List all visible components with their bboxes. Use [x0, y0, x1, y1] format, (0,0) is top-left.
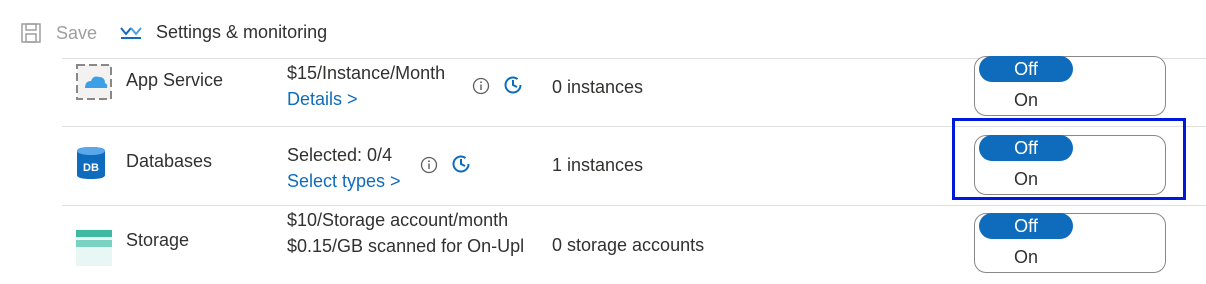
toggle-off-option[interactable]: Off	[979, 56, 1073, 82]
highlight-box	[952, 118, 1186, 200]
pricing-info: $10/Storage account/month $0.15/GB scann…	[287, 207, 524, 259]
pricing-line: $0.15/GB scanned for On-Upl	[287, 236, 525, 256]
toggle-off-option[interactable]: Off	[979, 213, 1073, 239]
save-label: Save	[56, 22, 98, 43]
app-service-icon	[76, 64, 112, 100]
settings-monitoring-label: Settings & monitoring	[156, 22, 328, 42]
resource-count: 1 instances	[552, 155, 644, 175]
plan-toggle[interactable]: Off On	[974, 213, 1166, 273]
clock-icon[interactable]	[503, 75, 523, 95]
pricing-line: Selected: 0/4	[287, 145, 393, 165]
plan-row-storage: Storage $10/Storage account/month $0.15/…	[62, 205, 1206, 284]
plan-row-app-service: App Service $15/Instance/Month Details >…	[62, 48, 1206, 126]
settings-monitoring-button[interactable]: Settings & monitoring	[120, 22, 327, 43]
plan-name: Databases	[126, 151, 213, 171]
save-button[interactable]: Save	[20, 22, 97, 44]
plan-name: Storage	[126, 230, 190, 250]
database-icon-text: DB	[83, 162, 99, 174]
plan-toggle[interactable]: Off On	[974, 56, 1166, 116]
database-icon: DB	[77, 147, 105, 179]
storage-icon	[76, 230, 112, 266]
info-icon[interactable]	[420, 156, 438, 174]
clock-icon[interactable]	[451, 154, 471, 174]
pricing-info: $15/Instance/Month Details >	[287, 60, 445, 112]
toggle-on-option[interactable]: On	[979, 244, 1073, 270]
save-icon	[21, 23, 41, 43]
details-link[interactable]: Details >	[287, 86, 445, 112]
pricing-line: $10/Storage account/month	[287, 210, 509, 230]
pricing-line: $15/Instance/Month	[287, 63, 446, 83]
plan-name: App Service	[126, 70, 224, 90]
pricing-info: Selected: 0/4 Select types >	[287, 142, 401, 194]
resource-count: 0 instances	[552, 77, 644, 97]
info-icon[interactable]	[472, 77, 490, 95]
toggle-on-option[interactable]: On	[979, 87, 1073, 113]
select-types-link[interactable]: Select types >	[287, 168, 401, 194]
settings-monitoring-icon	[120, 26, 142, 39]
